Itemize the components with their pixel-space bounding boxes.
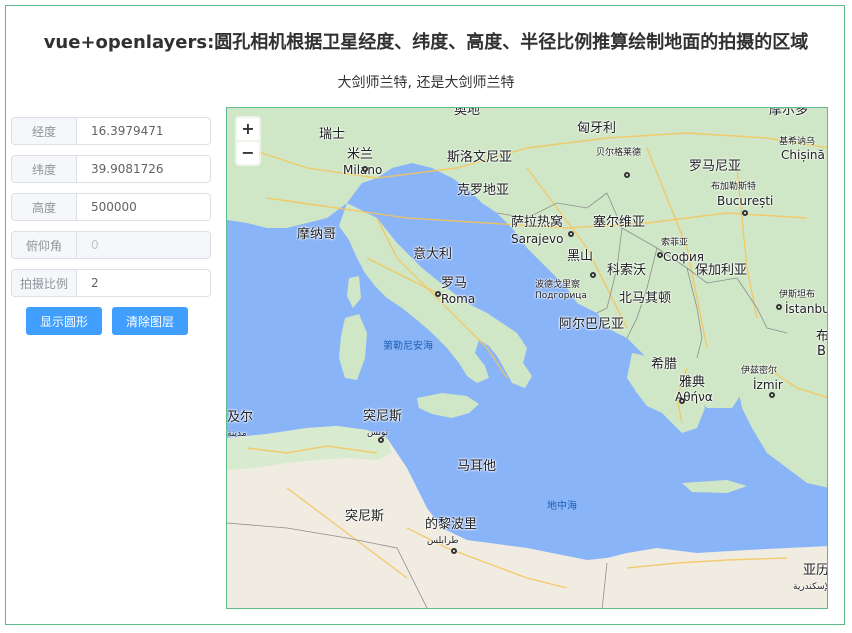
parameter-form: 经度 纬度 高度 俯仰角 拍摄比例 显示圆形 清除图层 [11,117,211,335]
clear-layer-button[interactable]: 清除图层 [112,307,189,335]
altitude-input[interactable] [77,194,210,220]
map-label-tripoli-cn: 的黎波里 [425,517,478,532]
city-dot-beograd [624,172,630,178]
map-label-algiers: مدينة [227,429,247,439]
sardinia-land [339,314,367,380]
map-label-chisinau-cn: 基希讷乌 [779,137,816,147]
pitch-label: 俯仰角 [12,232,77,258]
map-label-italy: 意大利 [413,247,453,262]
map-label-milan-cn: 米兰 [347,147,374,162]
longitude-label: 经度 [12,118,77,144]
ratio-field: 拍摄比例 [11,269,211,297]
zoom-out-button[interactable]: − [237,142,259,164]
map-label-romania: 罗马尼亚 [689,159,742,174]
city-dot-rome [435,291,441,297]
corsica-land [347,276,361,308]
latitude-input[interactable] [77,156,210,182]
map-label-alex-cn: 亚历 [803,563,828,578]
map-view[interactable]: + − 奥地 摩尔多 匈牙利 基希讷乌 Chișină 瑞士 贝尔格莱德 米兰 … [226,107,828,609]
map-label-beograd-cn: 贝尔格莱德 [596,148,642,158]
map-label-tunisia: 突尼斯 [345,509,385,524]
zoom-control: + − [235,116,261,166]
city-dot-tunis [378,437,384,443]
city-dot-tripoli [451,548,457,554]
map-label-bursa: 布 [816,329,828,344]
map-label-bursa2: B [817,344,826,359]
map-label-algiers-cn: 及尔 [227,410,254,425]
city-dot-athens [679,398,685,404]
map-label-sarajevo: Sarajevo [511,232,564,246]
pitch-input [77,232,210,258]
longitude-input[interactable] [77,118,210,144]
map-label-kosovo: 科索沃 [607,263,647,278]
altitude-field: 高度 [11,193,211,221]
map-label-alex: لإسكندرية [793,582,828,592]
crete-land [682,480,747,493]
turkey-land [737,318,827,488]
map-label-pescara: 奥地 [454,107,481,118]
map-label-serbia: 塞尔维亚 [593,215,646,230]
city-dot-milan [362,166,368,172]
pitch-field: 俯仰角 [11,231,211,259]
map-label-tunis-cn: 突尼斯 [363,409,403,424]
altitude-label: 高度 [12,194,77,220]
city-dot-bucharest [742,210,748,216]
ratio-input[interactable] [77,270,210,296]
map-label-athens-cn: 雅典 [679,375,706,390]
city-dot-istanbul [776,304,782,310]
latitude-field: 纬度 [11,155,211,183]
map-label-bulgaria: 保加利亚 [695,263,748,278]
map-label-izmir: İzmir [753,378,783,392]
map-label-sarajevo-cn: 萨拉热窝 [511,215,564,230]
map-label-istanbul: İstanbul [785,302,827,316]
map-label-croatia: 克罗地亚 [457,183,510,198]
map-label-chisinau: Chișină [781,148,825,162]
map-label-sofia: София [663,250,704,264]
map-label-rome-cn: 罗马 [441,276,468,291]
map-label-istanbul-cn: 伊斯坦布 [779,290,816,300]
map-label-malta: 马耳他 [457,459,497,474]
map-label-izmir-cn: 伊兹密尔 [741,366,778,376]
map-label-mediterranean: 地中海 [547,501,577,512]
city-dot-izmir [769,392,775,398]
sicily-land [417,393,479,418]
map-label-hungary: 匈牙利 [577,121,617,136]
longitude-field: 经度 [11,117,211,145]
map-label-tyrrhenian: 第勒尼安海 [383,341,433,352]
map-label-greece: 希腊 [651,357,678,372]
map-label-sofia-cn: 索菲亚 [661,238,689,248]
show-circle-button[interactable]: 显示圆形 [26,307,103,335]
balkans-land [227,108,827,408]
map-label-montenegro: 黑山 [567,249,594,264]
zoom-in-button[interactable]: + [237,118,259,140]
map-label-switzerland: 瑞士 [319,127,346,142]
page-title: vue+openlayers:圆孔相机根据卫星经度、纬度、高度、半径比例推算绘制… [43,32,809,53]
map-label-slovenia: 斯洛文尼亚 [447,150,513,165]
latitude-label: 纬度 [12,156,77,182]
map-label-bucharest: București [717,194,774,208]
map-label-podgorica: Подгорица [535,291,587,301]
map-label-north-macedonia: 北马其顿 [619,291,672,306]
city-dot-podgorica [590,272,596,278]
page-subtitle: 大剑师兰特, 还是大剑师兰特 [337,75,515,91]
map-label-rome: Roma [441,292,476,306]
map-label-tripoli: طرابلس [427,536,459,546]
map-label-morocco: 摩纳哥 [297,227,337,242]
action-buttons: 显示圆形 清除图层 [11,307,211,335]
map-label-moldova: 摩尔多 [769,107,809,118]
ratio-label: 拍摄比例 [12,270,77,296]
city-dot-sofia [657,252,663,258]
city-dot-sarajevo [568,231,574,237]
map-label-albania: 阿尔巴尼亚 [559,317,625,332]
map-label-bucharest-cn: 布加勒斯特 [711,182,757,192]
